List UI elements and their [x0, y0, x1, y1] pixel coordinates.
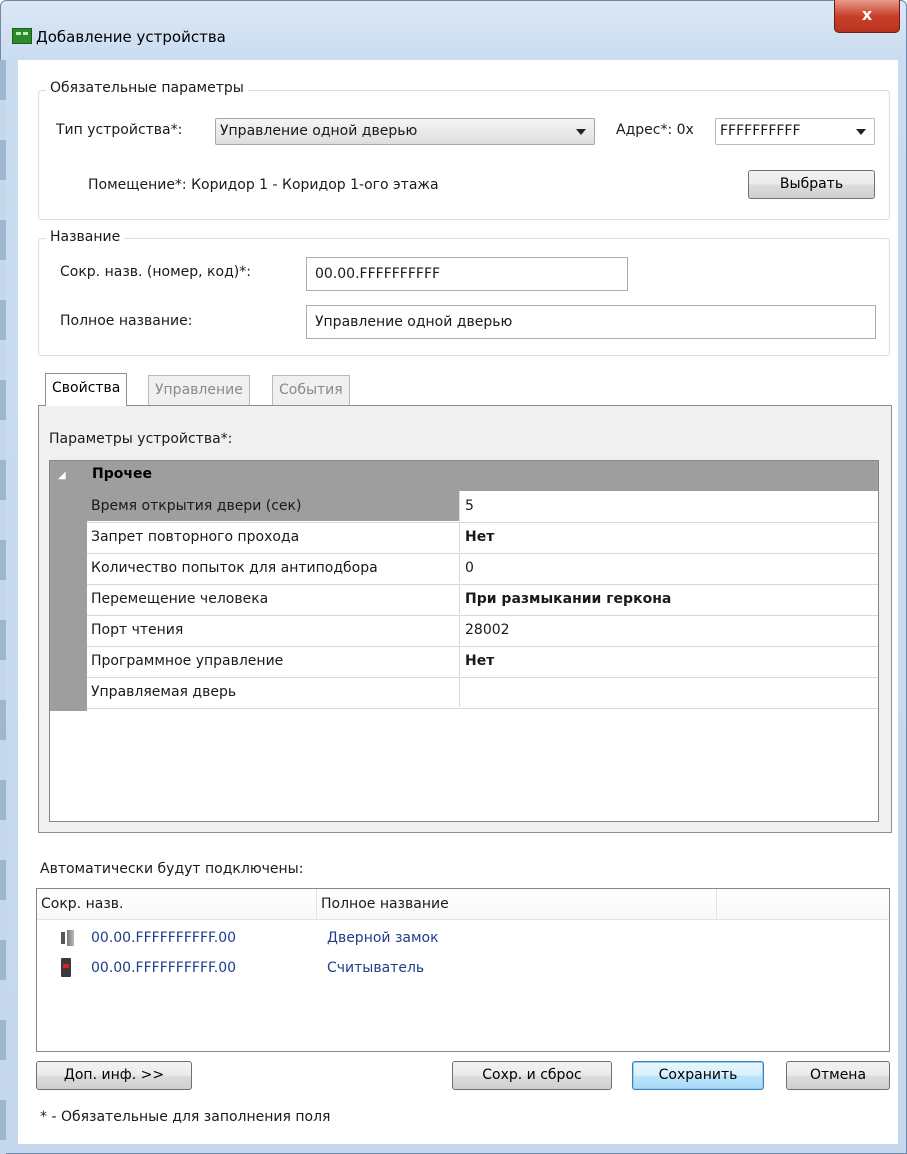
window-title: Добавление устройства	[36, 28, 226, 46]
full-name-input[interactable]: Управление одной дверью	[306, 305, 876, 339]
property-category[interactable]: ◢ Прочее	[50, 461, 878, 491]
required-params-title: Обязательные параметры	[46, 80, 248, 96]
property-name: Управляемая дверь	[87, 677, 460, 707]
title-bar[interactable]: Добавление устройства x	[0, 0, 905, 52]
column-header-full[interactable]: Полное название	[317, 889, 717, 919]
property-row[interactable]: Перемещение человека При размыкании герк…	[87, 584, 878, 616]
item-short-name: 00.00.FFFFFFFFFF.00	[91, 930, 237, 946]
tab-control[interactable]: Управление	[148, 375, 250, 405]
device-type-value: Управление одной дверью	[220, 123, 418, 139]
address-value: FFFFFFFFFF	[720, 123, 801, 139]
property-value[interactable]: Нет	[465, 646, 878, 676]
collapse-triangle-icon[interactable]: ◢	[58, 470, 66, 481]
property-row[interactable]: Количество попыток для антиподбора 0	[87, 553, 878, 585]
property-row[interactable]: Управляемая дверь	[87, 677, 878, 709]
more-info-button[interactable]: Доп. инф. >>	[36, 1061, 192, 1090]
property-name: Запрет повторного прохода	[87, 522, 460, 552]
property-name: Количество попыток для антиподбора	[87, 553, 460, 583]
card-reader-icon	[61, 958, 71, 977]
app-device-icon	[12, 28, 32, 44]
choose-room-button[interactable]: Выбрать	[748, 170, 875, 199]
save-and-reset-button[interactable]: Сохр. и сброс	[452, 1061, 612, 1090]
dialog-client-area: Обязательные параметры Тип устройства*: …	[18, 60, 898, 1144]
window-left-edge	[0, 60, 6, 1154]
property-grid[interactable]: ◢ Прочее Время открытия двери (сек) 5 За…	[49, 460, 879, 822]
property-row[interactable]: Порт чтения 28002	[87, 615, 878, 647]
auto-connected-label: Автоматически будут подключены:	[40, 861, 304, 877]
item-full-name: Считыватель	[327, 960, 425, 976]
required-fields-note: * - Обязательные для заполнения поля	[40, 1109, 331, 1125]
property-row[interactable]: Запрет повторного прохода Нет	[87, 522, 878, 554]
close-button[interactable]: x	[834, 0, 900, 33]
room-label: Помещение*: Коридор 1 - Коридор 1-ого эт…	[88, 177, 439, 193]
short-name-input[interactable]: 00.00.FFFFFFFFFF	[306, 257, 628, 291]
tab-events[interactable]: События	[272, 375, 350, 405]
item-short-name: 00.00.FFFFFFFFFF.00	[91, 960, 237, 976]
category-name: Прочее	[92, 466, 152, 482]
address-label: Адрес*: 0x	[616, 122, 694, 138]
name-group-title: Название	[46, 229, 125, 245]
tab-properties[interactable]: Свойства	[45, 373, 128, 406]
property-value[interactable]: 28002	[465, 615, 878, 645]
address-select[interactable]: FFFFFFFFFF	[715, 118, 875, 145]
device-type-select[interactable]: Управление одной дверью	[215, 118, 595, 145]
property-row[interactable]: Программное управление Нет	[87, 646, 878, 678]
full-name-label: Полное название:	[60, 313, 193, 329]
properties-tab-panel: Параметры устройства*: ◢ Прочее Время от…	[38, 405, 892, 833]
property-value[interactable]	[465, 677, 878, 707]
property-value[interactable]: 0	[465, 553, 878, 583]
chevron-down-icon	[576, 129, 586, 135]
item-full-name: Дверной замок	[327, 930, 439, 946]
cancel-button[interactable]: Отмена	[786, 1061, 890, 1090]
property-value[interactable]: При размыкании геркона	[465, 584, 878, 614]
device-type-label: Тип устройства*:	[56, 122, 183, 138]
auto-connected-list[interactable]: Сокр. назв. Полное название 00.00.FFFFFF…	[36, 888, 890, 1052]
property-name: Время открытия двери (сек)	[87, 491, 460, 521]
list-item[interactable]: 00.00.FFFFFFFFFF.00 Считыватель	[37, 953, 889, 983]
short-name-label: Сокр. назв. (номер, код)*:	[60, 264, 251, 280]
list-header: Сокр. назв. Полное название	[37, 889, 889, 920]
column-header-short[interactable]: Сокр. назв.	[37, 889, 317, 919]
property-value[interactable]: Нет	[465, 522, 878, 552]
chevron-down-icon	[856, 129, 866, 135]
save-button[interactable]: Сохранить	[632, 1061, 764, 1090]
property-row[interactable]: Время открытия двери (сек) 5	[87, 491, 878, 523]
list-item[interactable]: 00.00.FFFFFFFFFF.00 Дверной замок	[37, 923, 889, 953]
required-params-group	[38, 90, 890, 220]
property-value[interactable]: 5	[465, 491, 878, 521]
property-name: Порт чтения	[87, 615, 460, 645]
device-params-label: Параметры устройства*:	[49, 431, 233, 447]
door-lock-icon	[61, 930, 75, 946]
property-name: Перемещение человека	[87, 584, 460, 614]
property-grid-margin	[50, 491, 87, 711]
property-name: Программное управление	[87, 646, 460, 676]
